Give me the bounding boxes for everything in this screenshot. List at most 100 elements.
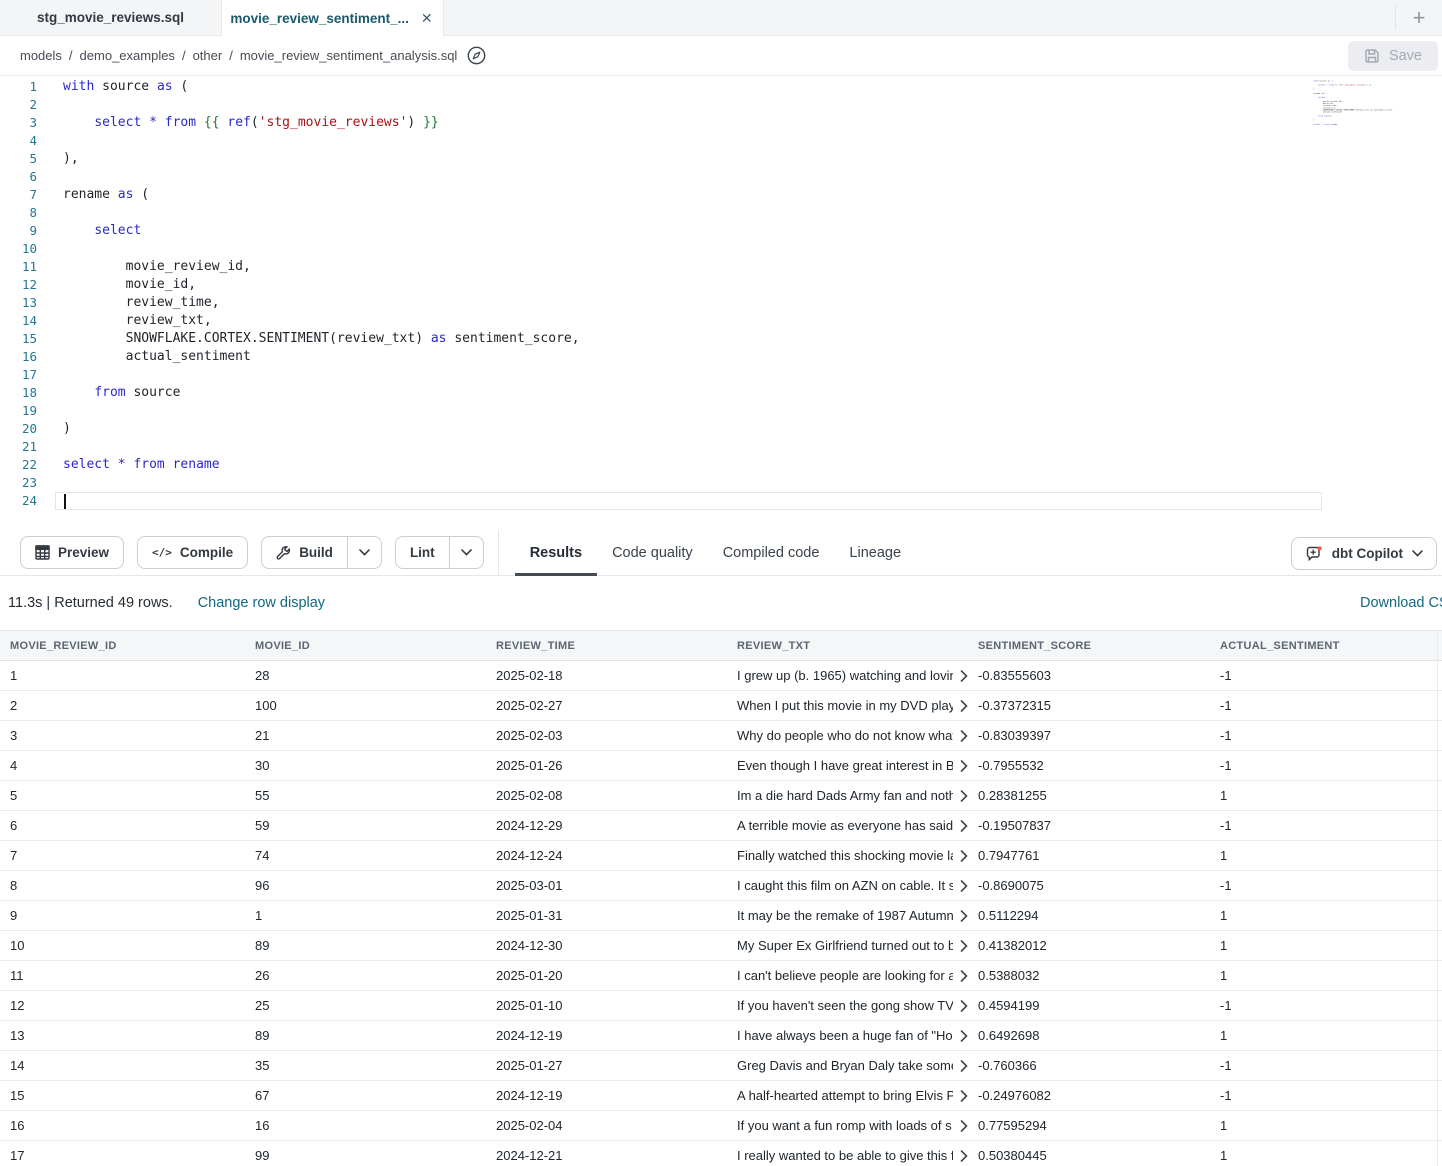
expand-cell-button[interactable] bbox=[960, 910, 968, 922]
code-line-6[interactable]: 6 bbox=[0, 168, 1442, 186]
expand-cell-button[interactable] bbox=[960, 700, 968, 712]
code-line-14[interactable]: 14 review_txt, bbox=[0, 312, 1442, 330]
cell-value: -1 bbox=[1220, 998, 1232, 1013]
code-line-16[interactable]: 16 actual_sentiment bbox=[0, 348, 1442, 366]
cell-value: 17 bbox=[10, 1148, 24, 1163]
code-line-3[interactable]: 3 select * from {{ ref('stg_movie_review… bbox=[0, 114, 1442, 132]
cell-value: 89 bbox=[255, 938, 269, 953]
cell-review_txt: Why do people who do not know what… bbox=[727, 721, 968, 751]
cell-value: 2025-03-01 bbox=[496, 878, 563, 893]
preview-label: Preview bbox=[58, 545, 109, 560]
expand-cell-button[interactable] bbox=[960, 1030, 968, 1042]
preview-button[interactable]: Preview bbox=[20, 536, 124, 569]
code-line-text bbox=[55, 168, 1322, 186]
code-line-18[interactable]: 18 from source bbox=[0, 384, 1442, 402]
code-line-1[interactable]: 1with source as ( bbox=[0, 78, 1442, 96]
copilot-badge-icon[interactable] bbox=[467, 46, 486, 65]
chevron-right-icon bbox=[960, 970, 968, 982]
cell-actual_sentiment: -1 bbox=[1210, 1051, 1442, 1081]
expand-cell-button[interactable] bbox=[960, 850, 968, 862]
breadcrumb-segment[interactable]: movie_review_sentiment_analysis.sql bbox=[240, 48, 458, 63]
build-button[interactable]: Build bbox=[261, 536, 382, 569]
code-line-2[interactable]: 2 bbox=[0, 96, 1442, 114]
code-token: {{ bbox=[204, 115, 220, 130]
code-line-23[interactable]: 23 bbox=[0, 474, 1442, 492]
expand-cell-button[interactable] bbox=[960, 1000, 968, 1012]
cell-value: 2025-01-27 bbox=[496, 1058, 563, 1073]
expand-cell-button[interactable] bbox=[960, 670, 968, 682]
new-tab-button[interactable]: + bbox=[1396, 0, 1442, 35]
code-editor[interactable]: 1with source as (23 select * from {{ ref… bbox=[0, 76, 1442, 530]
cell-value: 96 bbox=[255, 878, 269, 893]
code-token: from bbox=[133, 457, 164, 472]
results-tab-results[interactable]: Results bbox=[515, 530, 597, 576]
code-line-9[interactable]: 9 select bbox=[0, 222, 1442, 240]
breadcrumb-segment[interactable]: other bbox=[193, 48, 223, 63]
code-line-21[interactable]: 21 bbox=[0, 438, 1442, 456]
breadcrumb-segment[interactable]: demo_examples bbox=[80, 48, 175, 63]
dbt-copilot-button[interactable]: dbt Copilot bbox=[1291, 537, 1437, 570]
code-token bbox=[165, 457, 173, 472]
expand-cell-button[interactable] bbox=[960, 970, 968, 982]
cell-value: 9 bbox=[10, 908, 17, 923]
code-line-13[interactable]: 13 review_time, bbox=[0, 294, 1442, 312]
cell-actual_sentiment: -1 bbox=[1210, 721, 1442, 751]
expand-cell-button[interactable] bbox=[960, 1090, 968, 1102]
code-line-10[interactable]: 10 bbox=[0, 240, 1442, 258]
cell-review_time: 2025-02-03 bbox=[486, 721, 727, 751]
expand-cell-button[interactable] bbox=[960, 730, 968, 742]
code-line-12[interactable]: 12 movie_id, bbox=[0, 276, 1442, 294]
cell-value: 0.5388032 bbox=[978, 968, 1039, 983]
code-line-4[interactable]: 4 bbox=[0, 132, 1442, 150]
code-line-7[interactable]: 7rename as ( bbox=[0, 186, 1442, 204]
code-token: as bbox=[118, 187, 134, 202]
cell-actual_sentiment: 1 bbox=[1210, 1021, 1442, 1051]
expand-cell-button[interactable] bbox=[960, 940, 968, 952]
minimap[interactable]: with source as ( select * from {{ ref('s… bbox=[1312, 80, 1402, 160]
chevron-right-icon bbox=[960, 1000, 968, 1012]
expand-cell-button[interactable] bbox=[960, 1120, 968, 1132]
tab-stg-movie-reviews[interactable]: stg_movie_reviews.sql bbox=[0, 0, 222, 35]
code-token: sentiment_score, bbox=[447, 331, 580, 346]
line-number: 3 bbox=[0, 114, 55, 132]
save-button[interactable]: Save bbox=[1348, 41, 1438, 71]
code-line-11[interactable]: 11 movie_review_id, bbox=[0, 258, 1442, 276]
code-line-20[interactable]: 20) bbox=[0, 420, 1442, 438]
table-column-divider bbox=[1437, 631, 1438, 1166]
breadcrumb-segment[interactable]: models bbox=[20, 48, 62, 63]
results-tab-compiled-code[interactable]: Compiled code bbox=[708, 530, 835, 576]
code-token: * bbox=[118, 457, 126, 472]
lint-button[interactable]: Lint bbox=[395, 536, 484, 569]
build-dropdown-button[interactable] bbox=[347, 537, 381, 568]
results-tab-code-quality[interactable]: Code quality bbox=[597, 530, 708, 576]
code-lines[interactable]: 1with source as (23 select * from {{ ref… bbox=[0, 76, 1442, 510]
change-row-display-link[interactable]: Change row display bbox=[198, 595, 325, 611]
expand-cell-button[interactable] bbox=[960, 760, 968, 772]
results-tab-lineage[interactable]: Lineage bbox=[834, 530, 916, 576]
expand-cell-button[interactable] bbox=[960, 1150, 968, 1162]
code-line-24[interactable]: 24 bbox=[0, 492, 1442, 510]
code-line-15[interactable]: 15 SNOWFLAKE.CORTEX.SENTIMENT(review_txt… bbox=[0, 330, 1442, 348]
copilot-label: dbt Copilot bbox=[1332, 546, 1403, 561]
expand-cell-button[interactable] bbox=[960, 1060, 968, 1072]
code-line-5[interactable]: 5), bbox=[0, 150, 1442, 168]
code-line-text: review_txt, bbox=[55, 312, 1322, 330]
code-line-19[interactable]: 19 bbox=[0, 402, 1442, 420]
download-csv-link[interactable]: Download CSV bbox=[1360, 595, 1442, 611]
close-tab-icon[interactable]: ✕ bbox=[419, 11, 435, 25]
cell-sentiment_score: 0.7947761 bbox=[968, 841, 1210, 871]
code-line-17[interactable]: 17 bbox=[0, 366, 1442, 384]
code-line-8[interactable]: 8 bbox=[0, 204, 1442, 222]
expand-cell-button[interactable] bbox=[960, 880, 968, 892]
lint-dropdown-button[interactable] bbox=[449, 537, 483, 568]
cell-value: 99 bbox=[255, 1148, 269, 1163]
column-header-movie_review_id: MOVIE_REVIEW_ID bbox=[0, 631, 245, 661]
expand-cell-button[interactable] bbox=[960, 820, 968, 832]
cell-value: 16 bbox=[255, 1118, 269, 1133]
tab-movie-review-sentiment-analysis[interactable]: movie_review_sentiment_... ✕ bbox=[222, 0, 444, 36]
cell-movie_id: 99 bbox=[245, 1141, 486, 1166]
compile-button[interactable]: </> Compile bbox=[137, 536, 248, 569]
expand-cell-button[interactable] bbox=[960, 790, 968, 802]
code-line-22[interactable]: 22select * from rename bbox=[0, 456, 1442, 474]
breadcrumb[interactable]: models/demo_examples/other/movie_review_… bbox=[20, 48, 457, 63]
